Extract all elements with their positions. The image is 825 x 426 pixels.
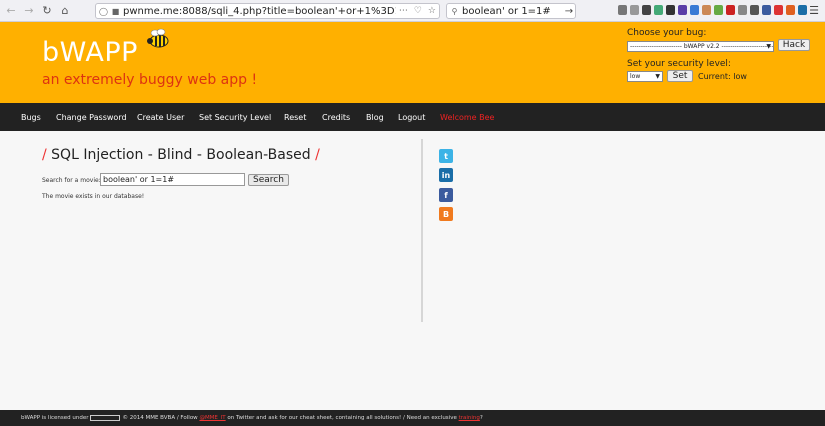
current-level: Current: low <box>698 72 747 81</box>
extension-gray-icon[interactable] <box>750 5 759 15</box>
facebook-icon[interactable]: f <box>439 188 453 202</box>
site-footer: bWAPP is licensed under © 2014 MME BVBA … <box>0 410 825 426</box>
sidebar-icon[interactable] <box>630 5 639 15</box>
security-level-select[interactable]: low ▼ <box>627 71 663 82</box>
reload-icon[interactable]: ↻ <box>40 4 54 18</box>
library-icon[interactable] <box>618 5 627 15</box>
footer-license-text: bWAPP is licensed under <box>21 415 89 421</box>
search-icon: ⚲ <box>451 6 458 16</box>
nav-logout[interactable]: Logout <box>398 113 425 122</box>
footer-training-link[interactable]: training <box>459 415 480 421</box>
github-icon[interactable] <box>642 5 651 15</box>
url-bar[interactable]: ◯ ■ pwnme.me:8088/sqli_4.php?title=boole… <box>95 3 440 19</box>
hack-button[interactable]: Hack <box>778 39 810 51</box>
extension-green-icon[interactable] <box>654 5 663 15</box>
set-button[interactable]: Set <box>667 70 693 82</box>
forward-icon[interactable]: → <box>22 4 36 18</box>
footer-cheatsheet-text: on Twitter and ask for our cheat sheet, … <box>227 415 457 421</box>
security-level-label: Set your security level: <box>627 59 731 69</box>
title-slash-right: / <box>315 147 320 163</box>
bug-select-value: ------------------------ bWAPP v2.2 ----… <box>630 43 774 50</box>
extension-orange-icon[interactable] <box>786 5 795 15</box>
search-go-icon[interactable]: → <box>563 6 575 17</box>
search-movie-label: Search for a movie: <box>42 177 101 184</box>
security-level-value: low <box>630 73 641 80</box>
home-icon[interactable]: ⌂ <box>58 4 72 18</box>
site-header: bWAPP an extremely buggy web app ! Choos… <box>0 22 825 103</box>
main-nav: Bugs Change Password Create User Set Sec… <box>0 103 825 131</box>
url-text: pwnme.me:8088/sqli_4.php?title=boolean'+… <box>123 5 396 17</box>
main-content: / SQL Injection - Blind - Boolean-Based … <box>0 131 825 410</box>
insecure-lock-icon[interactable]: ■ <box>111 6 120 16</box>
linkedin-icon[interactable]: in <box>439 168 453 182</box>
extension-purple-icon[interactable] <box>678 5 687 15</box>
bookmark-star-icon[interactable]: ☆ <box>428 6 436 16</box>
nav-reset[interactable]: Reset <box>284 113 306 122</box>
extension-dark-icon[interactable] <box>666 5 675 15</box>
tagline: an extremely buggy web app ! <box>42 72 258 88</box>
extension-cookie-icon[interactable] <box>702 5 711 15</box>
nav-blog[interactable]: Blog <box>366 113 384 122</box>
bwapp-logo[interactable]: bWAPP <box>42 37 138 68</box>
footer-end-text: ? <box>479 415 483 421</box>
title-slash-left: / <box>42 147 47 163</box>
extension-shield-icon[interactable] <box>774 5 783 15</box>
blogger-icon[interactable]: B <box>439 207 453 221</box>
footer-twitter-link[interactable]: @MME_IT <box>199 415 225 421</box>
extension-leaf-icon[interactable] <box>714 5 723 15</box>
search-bar-text: boolean' or 1=1# <box>462 5 551 17</box>
twitter-icon[interactable]: t <box>439 149 453 163</box>
browser-toolbar: ← → ↻ ⌂ ◯ ■ pwnme.me:8088/sqli_4.php?tit… <box>0 0 825 22</box>
result-message: The movie exists in our database! <box>42 193 145 200</box>
extension-icons <box>618 5 807 15</box>
page-title: / SQL Injection - Blind - Boolean-Based … <box>42 147 320 163</box>
nav-set-security-level[interactable]: Set Security Level <box>199 113 271 122</box>
movie-search-input[interactable]: boolean' or 1=1# <box>100 173 245 186</box>
search-bar[interactable]: ⚲ boolean' or 1=1# → <box>446 3 576 19</box>
cc-license-badge[interactable] <box>90 415 121 421</box>
extension-red-icon[interactable] <box>726 5 735 15</box>
hamburger-menu-icon[interactable]: ☰ <box>809 4 819 17</box>
pocket-icon[interactable]: ♡ <box>414 6 422 16</box>
chevron-down-icon: ▼ <box>655 73 660 80</box>
nav-bugs[interactable]: Bugs <box>21 113 41 122</box>
bug-select[interactable]: ------------------------ bWAPP v2.2 ----… <box>627 41 774 52</box>
back-icon[interactable]: ← <box>4 4 18 18</box>
title-text: SQL Injection - Blind - Boolean-Based <box>51 147 311 163</box>
content-divider <box>421 139 423 322</box>
js-icon[interactable] <box>738 5 747 15</box>
choose-bug-label: Choose your bug: <box>627 28 707 38</box>
chevron-down-icon: ▼ <box>766 43 771 50</box>
facebook-ext-icon[interactable] <box>762 5 771 15</box>
footer-copyright-text: © 2014 MME BVBA / Follow <box>122 415 198 421</box>
nav-create-user[interactable]: Create User <box>137 113 184 122</box>
shield-icon: ◯ <box>99 6 108 16</box>
extension-blue-icon[interactable] <box>690 5 699 15</box>
bee-icon <box>147 28 169 48</box>
search-button[interactable]: Search <box>248 174 289 186</box>
nav-credits[interactable]: Credits <box>322 113 350 122</box>
extension-bluebox-icon[interactable] <box>798 5 807 15</box>
page-actions-icon[interactable]: ⋯ <box>399 6 408 16</box>
nav-change-password[interactable]: Change Password <box>56 113 127 122</box>
nav-welcome: Welcome Bee <box>440 113 495 122</box>
